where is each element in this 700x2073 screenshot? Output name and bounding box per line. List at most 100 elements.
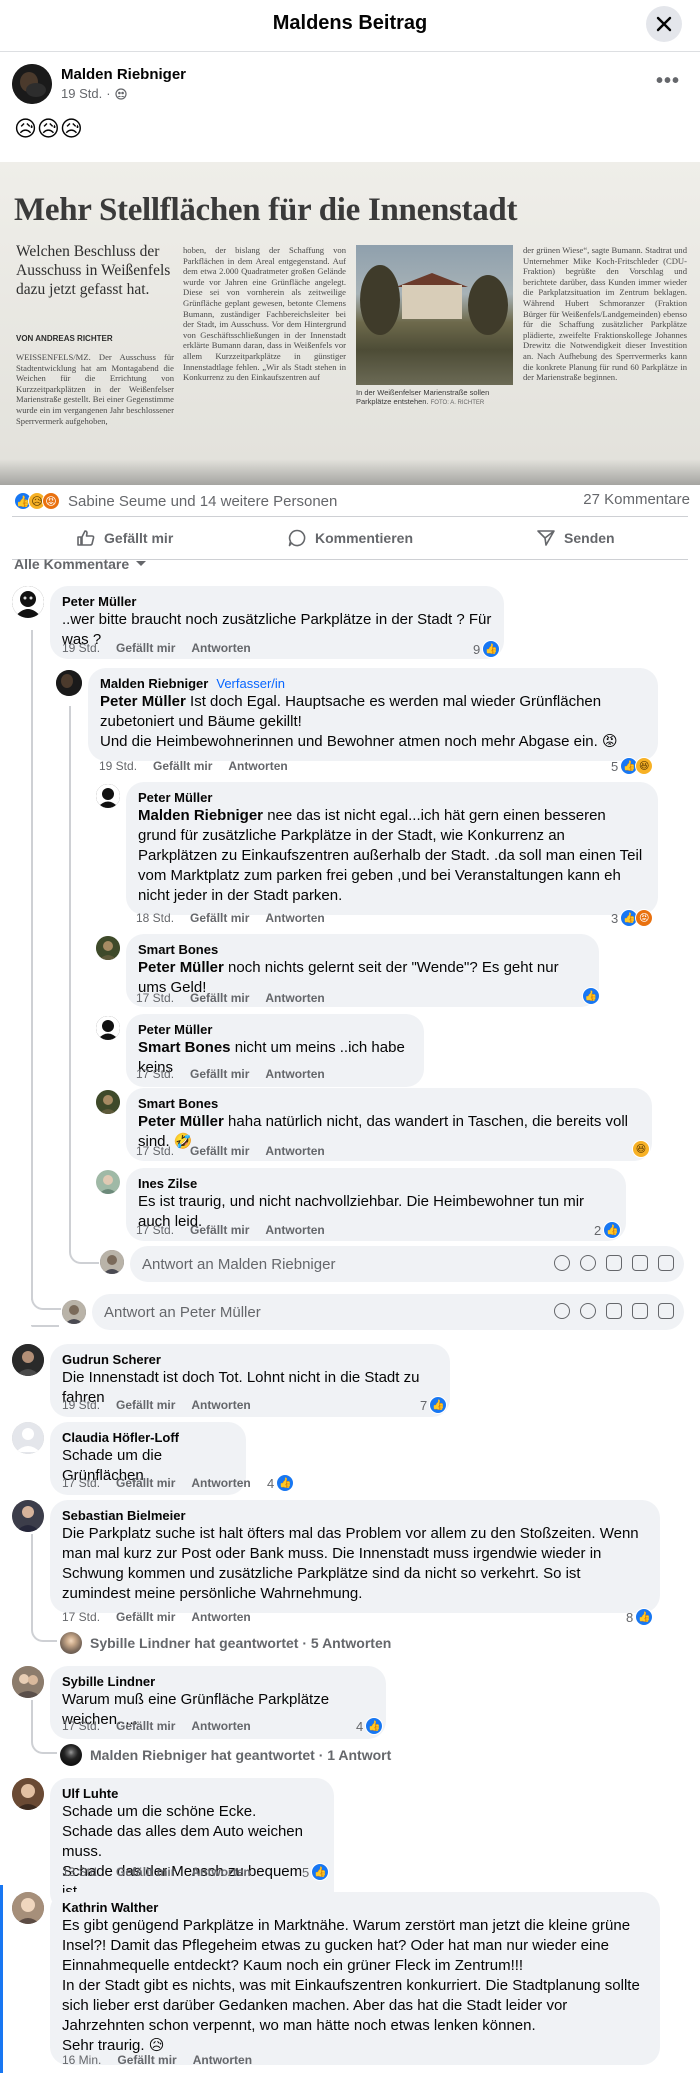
comment-reply-button[interactable]: Antworten xyxy=(191,1610,250,1624)
avatar[interactable] xyxy=(12,586,44,618)
mention[interactable]: Peter Müller xyxy=(138,959,224,976)
comment-reply-button[interactable]: Antworten xyxy=(265,1144,324,1158)
comments-count[interactable]: 27 Kommentare xyxy=(583,491,690,508)
sticker-icon[interactable] xyxy=(658,1303,674,1319)
avatar[interactable] xyxy=(96,936,120,960)
comment-reaction-count[interactable]: 9 👍 xyxy=(473,640,501,658)
comment-like-button[interactable]: Gefällt mir xyxy=(190,911,249,925)
avatar[interactable] xyxy=(96,1090,120,1114)
avatar[interactable] xyxy=(96,784,120,808)
comment-button[interactable]: Kommentieren xyxy=(237,517,462,559)
comment-like-button[interactable]: Gefällt mir xyxy=(116,1719,175,1733)
post-reactions[interactable]: 👍 😥 😡 Sabine Seume und 14 weitere Person… xyxy=(14,490,337,512)
avatar[interactable] xyxy=(12,1778,44,1810)
comment-author[interactable]: Peter Müller xyxy=(138,1022,212,1038)
comment-time[interactable]: 19 Std. xyxy=(62,641,100,655)
comment-reply-button[interactable]: Antworten xyxy=(191,1865,250,1879)
comment-like-button[interactable]: Gefällt mir xyxy=(190,991,249,1005)
comment-like-button[interactable]: Gefällt mir xyxy=(116,1865,175,1879)
comment-like-button[interactable]: Gefällt mir xyxy=(116,1610,175,1624)
comment-time[interactable]: 19 Std. xyxy=(99,759,137,773)
comment-reply-button[interactable]: Antworten xyxy=(193,2053,252,2067)
post-author-avatar[interactable] xyxy=(12,64,52,104)
reply-input-malden[interactable]: Antwort an Malden Riebniger xyxy=(130,1246,684,1282)
comment-like-button[interactable]: Gefällt mir xyxy=(190,1223,249,1237)
camera-icon[interactable] xyxy=(606,1255,622,1271)
emoji-icon[interactable] xyxy=(580,1303,596,1319)
comment-reaction-count[interactable]: 2 👍 xyxy=(594,1221,622,1239)
comment-reply-button[interactable]: Antworten xyxy=(191,1398,250,1412)
mention[interactable]: Smart Bones xyxy=(138,1039,231,1056)
comment-author[interactable]: Kathrin Walther xyxy=(62,1900,158,1916)
comment-reply-button[interactable]: Antworten xyxy=(191,1719,250,1733)
view-replies-link[interactable]: Sybille Lindner hat geantwortet · 5 Antw… xyxy=(60,1632,391,1654)
comment-time[interactable]: 17 Std. xyxy=(136,1067,174,1081)
current-user-avatar[interactable] xyxy=(100,1250,124,1274)
post-time[interactable]: 19 Std. xyxy=(61,86,102,101)
comment-reaction-count[interactable]: 👍 xyxy=(582,987,600,1005)
comment-reply-button[interactable]: Antworten xyxy=(265,911,324,925)
comment-reaction-count[interactable]: 3 👍 😡 xyxy=(611,909,654,927)
comment-author[interactable]: Malden Riebniger xyxy=(100,676,208,692)
comment-time[interactable]: 16 Min. xyxy=(62,2053,101,2067)
comment-reply-button[interactable]: Antworten xyxy=(228,759,287,773)
comment-reply-button[interactable]: Antworten xyxy=(265,1067,324,1081)
camera-icon[interactable] xyxy=(606,1303,622,1319)
comment-reaction-count[interactable]: 7 👍 xyxy=(420,1396,448,1414)
comment-reaction-count[interactable]: 5 👍 xyxy=(302,1863,330,1881)
comment-reaction-count[interactable]: 8 👍 xyxy=(626,1608,654,1626)
comment-like-button[interactable]: Gefällt mir xyxy=(116,1476,175,1490)
comment-author[interactable]: Peter Müller xyxy=(62,594,136,610)
avatar-sticker-icon[interactable] xyxy=(554,1303,570,1319)
comment-like-button[interactable]: Gefällt mir xyxy=(117,2053,176,2067)
comment-time[interactable]: 13 Std. xyxy=(62,1865,100,1879)
current-user-avatar[interactable] xyxy=(62,1300,86,1324)
comment-like-button[interactable]: Gefällt mir xyxy=(153,759,212,773)
reply-input-peter[interactable]: Antwort an Peter Müller xyxy=(92,1294,684,1330)
comment-reaction-count[interactable]: 5 👍 😆 xyxy=(611,757,654,775)
comment-reaction-count[interactable]: 😆 xyxy=(632,1140,650,1158)
comment-author[interactable]: Ines Zilse xyxy=(138,1176,197,1192)
comment-reply-button[interactable]: Antworten xyxy=(191,1476,250,1490)
gif-icon[interactable] xyxy=(632,1303,648,1319)
reactors-summary[interactable]: Sabine Seume und 14 weitere Personen xyxy=(68,493,337,510)
comment-author[interactable]: Smart Bones xyxy=(138,942,218,958)
comment-sort-dropdown[interactable]: Alle Kommentare xyxy=(14,556,147,572)
avatar[interactable] xyxy=(12,1500,44,1532)
close-button[interactable] xyxy=(646,6,682,42)
comment-author[interactable]: Sybille Lindner xyxy=(62,1674,155,1690)
view-replies-link[interactable]: Malden Riebniger hat geantwortet · 1 Ant… xyxy=(60,1744,391,1766)
post-image[interactable]: Mehr Stellflächen für die Innenstadt Wel… xyxy=(0,162,700,485)
comment-reply-button[interactable]: Antworten xyxy=(265,991,324,1005)
post-author-name[interactable]: Malden Riebniger xyxy=(61,66,186,83)
mention[interactable]: Peter Müller xyxy=(138,1113,224,1130)
comment-author[interactable]: Sebastian Bielmeier xyxy=(62,1508,186,1524)
comment-like-button[interactable]: Gefällt mir xyxy=(190,1144,249,1158)
more-options-icon[interactable]: ••• xyxy=(656,70,680,93)
comment-like-button[interactable]: Gefällt mir xyxy=(116,1398,175,1412)
comment-time[interactable]: 17 Std. xyxy=(136,1144,174,1158)
comment-like-button[interactable]: Gefällt mir xyxy=(116,641,175,655)
comment-time[interactable]: 19 Std. xyxy=(62,1398,100,1412)
comment-author[interactable]: Gudrun Scherer xyxy=(62,1352,161,1368)
comment-reply-button[interactable]: Antworten xyxy=(191,641,250,655)
avatar-sticker-icon[interactable] xyxy=(554,1255,570,1271)
send-button[interactable]: Senden xyxy=(463,517,688,559)
comment-time[interactable]: 17 Std. xyxy=(62,1476,100,1490)
comment-time[interactable]: 18 Std. xyxy=(136,911,174,925)
avatar[interactable] xyxy=(96,1016,120,1040)
avatar[interactable] xyxy=(12,1344,44,1376)
avatar[interactable] xyxy=(12,1666,44,1698)
emoji-icon[interactable] xyxy=(580,1255,596,1271)
comment-author[interactable]: Peter Müller xyxy=(138,790,212,806)
comment-reaction-count[interactable]: 4 👍 xyxy=(267,1474,295,1492)
comment-reaction-count[interactable]: 4 👍 xyxy=(356,1717,384,1735)
comment-time[interactable]: 17 Std. xyxy=(62,1610,100,1624)
gif-icon[interactable] xyxy=(632,1255,648,1271)
like-button[interactable]: Gefällt mir xyxy=(12,517,237,559)
comment-time[interactable]: 17 Std. xyxy=(136,991,174,1005)
avatar[interactable] xyxy=(12,1892,44,1924)
friends-audience-icon[interactable] xyxy=(114,87,127,100)
mention[interactable]: Peter Müller xyxy=(100,693,186,710)
mention[interactable]: Malden Riebniger xyxy=(138,807,263,824)
